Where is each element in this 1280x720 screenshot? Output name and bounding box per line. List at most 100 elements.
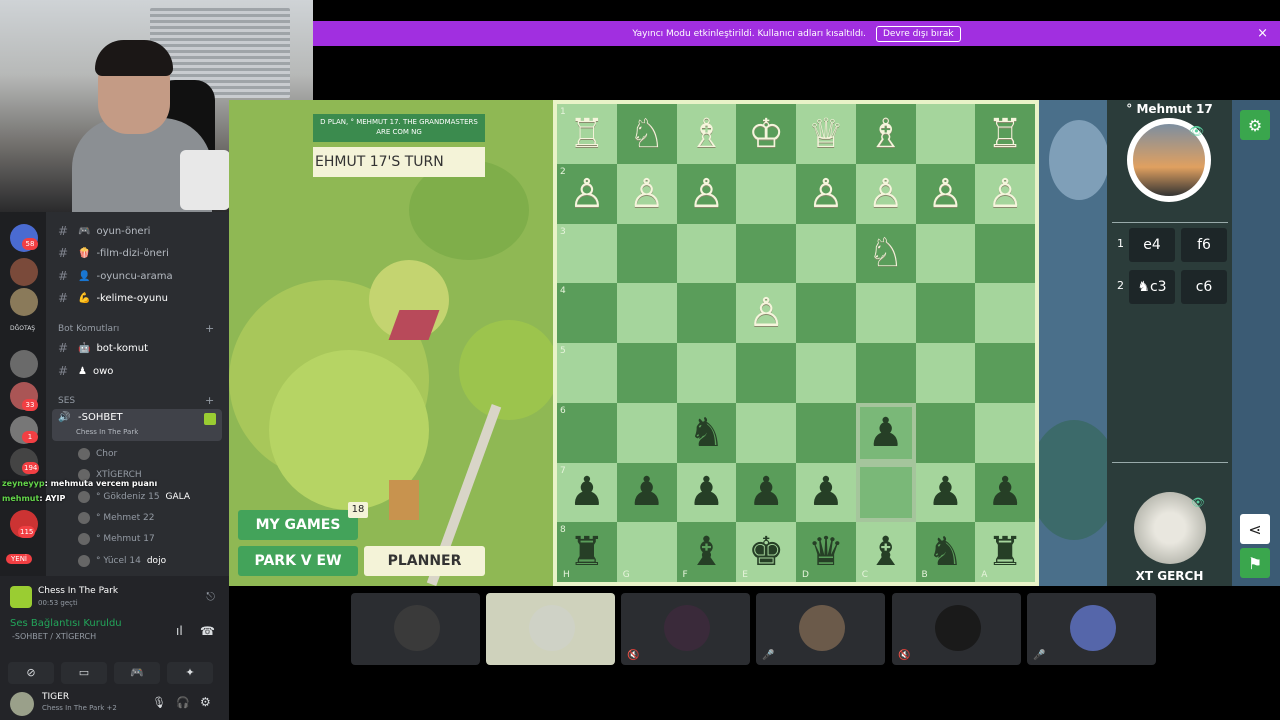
chess-piece[interactable]: ♟ bbox=[688, 472, 724, 512]
board-square[interactable] bbox=[975, 283, 1035, 343]
chess-piece[interactable]: ♖ bbox=[569, 114, 605, 154]
add-channel-icon[interactable]: + bbox=[205, 322, 214, 335]
voice-user[interactable]: ° Mehmet 22 bbox=[78, 509, 155, 527]
board-square[interactable]: ♙ bbox=[616, 163, 677, 224]
board-square[interactable] bbox=[975, 343, 1035, 403]
board-square[interactable] bbox=[915, 104, 976, 164]
board-square[interactable] bbox=[915, 343, 976, 403]
board-square[interactable] bbox=[915, 223, 976, 284]
board-square[interactable]: ♙ bbox=[855, 163, 916, 224]
board-square[interactable]: ♙ bbox=[676, 163, 737, 224]
avatar[interactable] bbox=[10, 692, 34, 716]
camera-icon[interactable]: ⊘ bbox=[8, 662, 54, 684]
server-icon[interactable] bbox=[10, 258, 38, 286]
move-black[interactable]: c6 bbox=[1181, 270, 1227, 304]
chess-piece[interactable]: ♟ bbox=[927, 472, 963, 512]
video-tile[interactable]: 🎤 bbox=[1027, 593, 1156, 665]
board-square[interactable]: D ♛ bbox=[796, 522, 856, 582]
board-square[interactable]: ♘ bbox=[855, 223, 916, 284]
chess-piece[interactable]: ♞ bbox=[927, 532, 963, 572]
board-square[interactable]: ♟ bbox=[975, 462, 1035, 523]
board-square[interactable]: ♞ bbox=[676, 402, 737, 463]
board-square[interactable] bbox=[796, 402, 856, 463]
settings-gear-icon[interactable]: ⚙ bbox=[1240, 110, 1270, 140]
channel-kelime-oyunu[interactable]: # 💪 -kelime-oyunu bbox=[58, 288, 168, 308]
share-icon[interactable]: ⋖ bbox=[1240, 514, 1270, 544]
chess-piece[interactable]: ♟ bbox=[748, 472, 784, 512]
board-square[interactable] bbox=[796, 223, 856, 284]
board-square[interactable]: ♗ bbox=[855, 104, 916, 164]
move-white[interactable]: e4 bbox=[1129, 228, 1175, 262]
board-square[interactable]: ♟ bbox=[676, 462, 737, 523]
board-square[interactable] bbox=[736, 223, 796, 284]
move-white[interactable]: ♞c3 bbox=[1129, 270, 1175, 304]
board-square[interactable]: G bbox=[616, 522, 677, 582]
board-square[interactable]: ♟ bbox=[796, 462, 856, 523]
chess-piece[interactable]: ♗ bbox=[868, 114, 904, 154]
move-black[interactable]: f6 bbox=[1181, 228, 1227, 262]
disable-streamer-mode-button[interactable]: Devre dışı bırak bbox=[875, 25, 961, 42]
board-square[interactable]: ♙ bbox=[736, 283, 796, 343]
chess-piece[interactable]: ♘ bbox=[629, 114, 665, 154]
chess-piece[interactable]: ♟ bbox=[629, 472, 665, 512]
board-square[interactable] bbox=[915, 283, 976, 343]
board-square[interactable] bbox=[616, 343, 677, 403]
board-square[interactable]: ♟ bbox=[915, 462, 976, 523]
board-square[interactable]: ♘ bbox=[616, 104, 677, 164]
board-square[interactable] bbox=[855, 283, 916, 343]
planner-button[interactable]: PLANNER bbox=[364, 546, 485, 576]
channel-owo[interactable]: # ♟ owo bbox=[58, 361, 113, 381]
chess-piece[interactable]: ♚ bbox=[748, 532, 784, 572]
chess-piece[interactable]: ♙ bbox=[688, 174, 724, 214]
server-icon[interactable] bbox=[10, 288, 38, 316]
headphones-icon[interactable]: 🎧 bbox=[176, 696, 190, 709]
gear-icon[interactable]: ⚙ bbox=[200, 695, 211, 709]
voice-user[interactable]: ° Mehmut 17 bbox=[78, 530, 155, 548]
channel-oyun-oneri[interactable]: # 🎮 oyun-öneri bbox=[58, 221, 150, 241]
board-square[interactable]: ♙ bbox=[796, 163, 856, 224]
board-square[interactable]: 2 ♙ bbox=[557, 163, 617, 224]
chess-piece[interactable]: ♙ bbox=[927, 174, 963, 214]
board-square[interactable]: ♟ bbox=[855, 402, 916, 463]
video-tile[interactable] bbox=[351, 593, 480, 665]
voice-user[interactable]: ° Yücel 14 dojo bbox=[78, 552, 166, 570]
board-square[interactable]: ♔ bbox=[736, 104, 796, 164]
board-square[interactable] bbox=[736, 343, 796, 403]
chess-piece[interactable]: ♘ bbox=[868, 233, 904, 273]
chess-piece[interactable]: ♟ bbox=[868, 413, 904, 453]
video-tile[interactable]: 🎤 bbox=[756, 593, 885, 665]
add-channel-icon[interactable]: + bbox=[205, 394, 214, 407]
board-square[interactable]: 8 H ♜ bbox=[557, 522, 617, 582]
board-square[interactable]: ♟ bbox=[736, 462, 796, 523]
chess-piece[interactable]: ♟ bbox=[569, 472, 605, 512]
board-square[interactable]: 5 bbox=[557, 343, 617, 403]
video-tile[interactable]: 🔇 bbox=[621, 593, 750, 665]
board-square[interactable]: ♟ bbox=[616, 462, 677, 523]
board-square[interactable] bbox=[676, 223, 737, 284]
disconnect-icon[interactable]: ☎ bbox=[200, 624, 215, 638]
board-square[interactable] bbox=[676, 283, 737, 343]
board-square[interactable]: 4 bbox=[557, 283, 617, 343]
category-voice[interactable]: SES bbox=[58, 396, 75, 406]
board-square[interactable]: ♖ bbox=[975, 104, 1035, 164]
chess-piece[interactable]: ♕ bbox=[808, 114, 844, 154]
category-bot-commands[interactable]: Bot Komutları bbox=[58, 324, 119, 334]
board-square[interactable] bbox=[736, 402, 796, 463]
board-square[interactable]: 1 ♖ bbox=[557, 104, 617, 164]
chess-piece[interactable]: ♙ bbox=[569, 174, 605, 214]
activity-icon[interactable]: 🎮 bbox=[114, 662, 160, 684]
chess-piece[interactable]: ♛ bbox=[808, 532, 844, 572]
board-square[interactable] bbox=[975, 402, 1035, 463]
activity-card[interactable]: Chess In The Park 00:53 geçti ⎋ bbox=[6, 582, 223, 614]
board-square[interactable]: B ♞ bbox=[915, 522, 976, 582]
board-square[interactable] bbox=[915, 402, 976, 463]
chess-piece[interactable]: ♙ bbox=[629, 174, 665, 214]
leave-activity-icon[interactable]: ⎋ bbox=[206, 590, 215, 604]
soundboard-icon[interactable]: ✦ bbox=[167, 662, 213, 684]
board-square[interactable]: ♙ bbox=[915, 163, 976, 224]
chess-piece[interactable]: ♙ bbox=[808, 174, 844, 214]
chess-piece[interactable]: ♝ bbox=[688, 532, 724, 572]
board-square[interactable]: ♕ bbox=[796, 104, 856, 164]
noise-icon[interactable]: ıl bbox=[176, 624, 183, 638]
chess-piece[interactable]: ♟ bbox=[808, 472, 844, 512]
